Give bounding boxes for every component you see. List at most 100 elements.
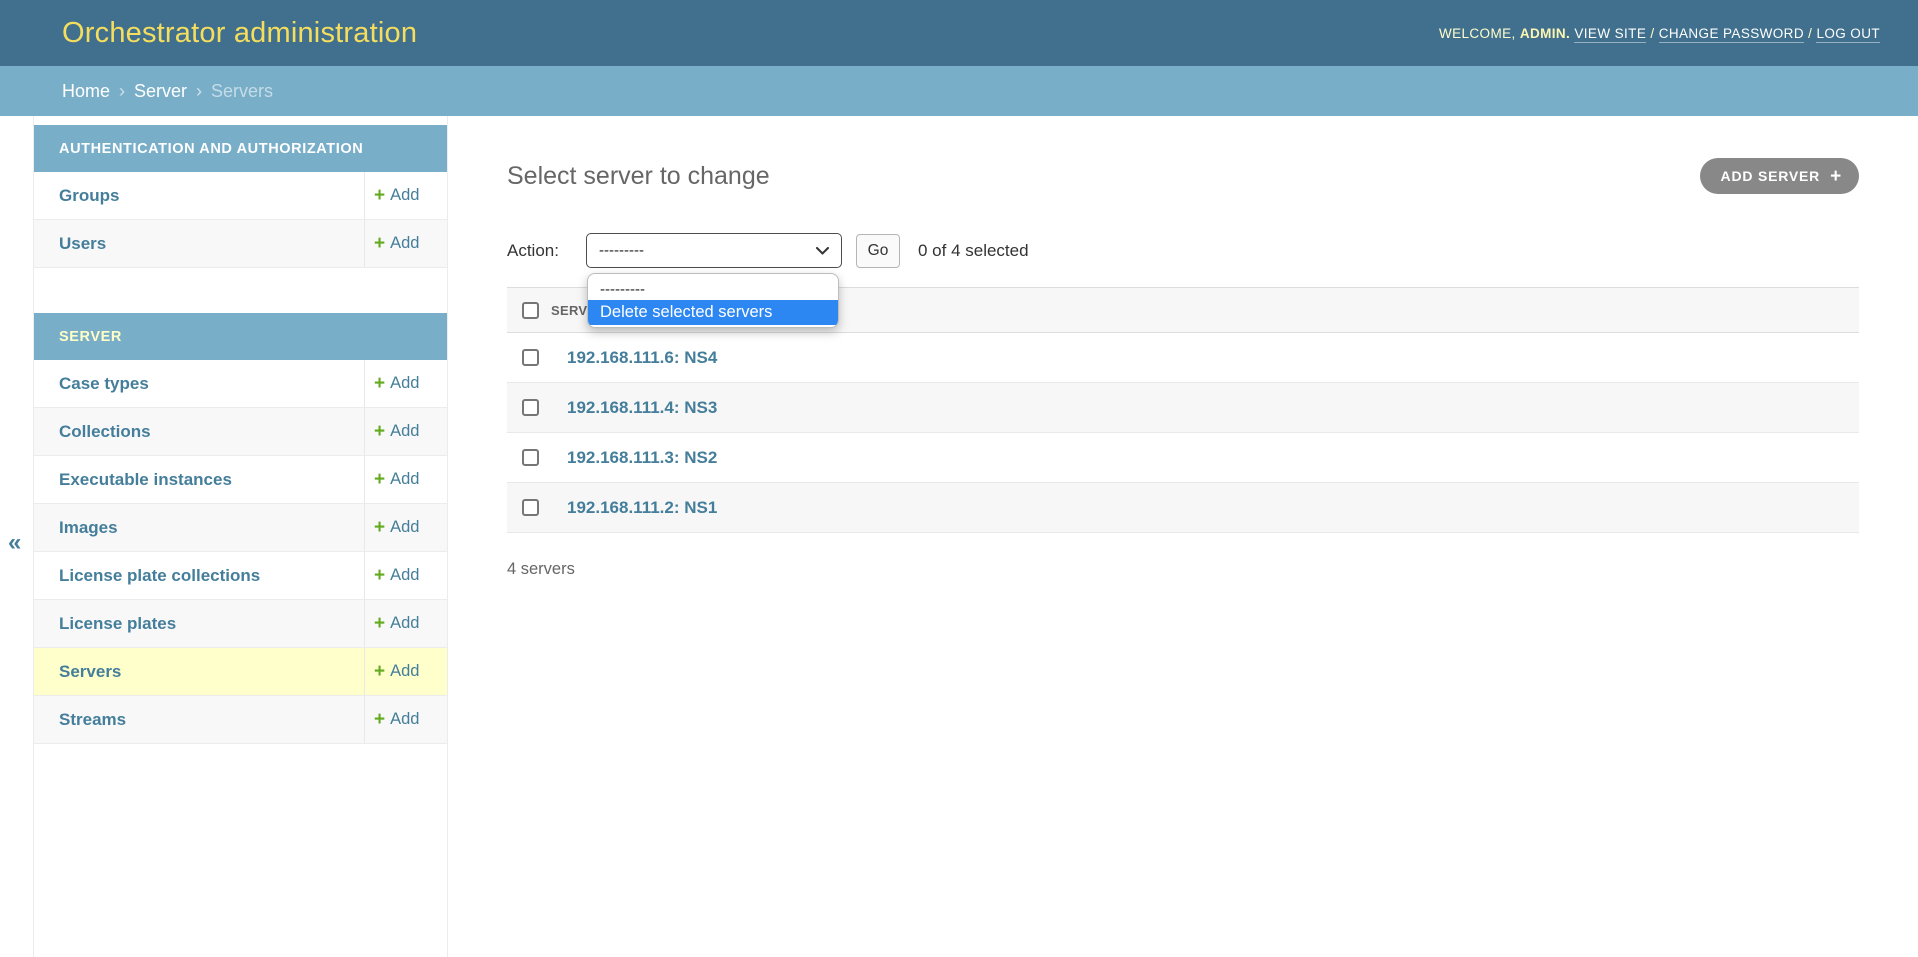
sidebar-link-servers[interactable]: Servers bbox=[59, 662, 121, 682]
model-name-cell: Users bbox=[34, 220, 364, 267]
sidebar-link-case-types[interactable]: Case types bbox=[59, 374, 149, 394]
plus-icon: + bbox=[374, 566, 385, 585]
add-cell: + Add bbox=[364, 504, 447, 551]
server-link-192-168-111-3-ns2[interactable]: 192.168.111.3: NS2 bbox=[567, 448, 717, 468]
row-checkbox-cell bbox=[507, 449, 551, 466]
sidebar-link-license-plate-collections[interactable]: License plate collections bbox=[59, 566, 260, 586]
breadcrumb-link-server[interactable]: Server bbox=[134, 81, 187, 102]
plus-icon: + bbox=[1830, 167, 1842, 186]
sidebar-link-executable-instances[interactable]: Executable instances bbox=[59, 470, 232, 490]
add-server-button-label: ADD SERVER bbox=[1721, 168, 1821, 184]
model-name-cell: Collections bbox=[34, 408, 364, 455]
sidebar-item-servers: Servers + Add bbox=[34, 648, 447, 696]
model-name-cell: Servers bbox=[34, 648, 364, 695]
row-checkbox-cell bbox=[507, 399, 551, 416]
breadcrumb: Home › Server › Servers bbox=[0, 66, 1918, 116]
model-name-cell: Streams bbox=[34, 696, 364, 743]
add-server-button[interactable]: ADD SERVER + bbox=[1700, 158, 1859, 194]
sidebar-link-collections[interactable]: Collections bbox=[59, 422, 151, 442]
add-cell: + Add bbox=[364, 456, 447, 503]
sidebar-item-license-plate-collections: License plate collections + Add bbox=[34, 552, 447, 600]
row-checkbox-cell bbox=[507, 499, 551, 516]
add-link-collections[interactable]: Add bbox=[390, 422, 419, 441]
plus-icon: + bbox=[374, 662, 385, 681]
sidebar-item-images: Images + Add bbox=[34, 504, 447, 552]
add-link-license-plates[interactable]: Add bbox=[390, 614, 419, 633]
sidebar-collapse-icon[interactable]: « bbox=[8, 531, 21, 555]
sidebar-link-images[interactable]: Images bbox=[59, 518, 118, 538]
add-link-users[interactable]: Add bbox=[390, 234, 419, 253]
add-link-servers[interactable]: Add bbox=[390, 662, 419, 681]
add-cell: + Add bbox=[364, 648, 447, 695]
sidebar-item-case-types: Case types + Add bbox=[34, 360, 447, 408]
row-checkbox[interactable] bbox=[522, 449, 539, 466]
dropdown-option-[interactable]: --------- bbox=[588, 278, 838, 300]
model-name-cell: License plates bbox=[34, 600, 364, 647]
add-link-case-types[interactable]: Add bbox=[390, 374, 419, 393]
select-all-checkbox[interactable] bbox=[522, 302, 539, 319]
add-cell: + Add bbox=[364, 360, 447, 407]
user-link-change-password[interactable]: CHANGE PASSWORD bbox=[1659, 26, 1804, 43]
sidebar-item-groups: Groups +Add bbox=[34, 172, 447, 220]
server-link-192-168-111-6-ns4[interactable]: 192.168.111.6: NS4 bbox=[567, 348, 717, 368]
user-link-view-site[interactable]: VIEW SITE bbox=[1574, 26, 1646, 43]
main-content: Select server to change ADD SERVER + Act… bbox=[448, 116, 1918, 957]
actions-bar: Action: --------- ---------Delete select… bbox=[507, 233, 1859, 268]
select-all-cell bbox=[507, 302, 551, 319]
row-checkbox-cell bbox=[507, 349, 551, 366]
breadcrumb-link-home[interactable]: Home bbox=[62, 81, 110, 102]
sidebar-section-authentication-and-authorization: Authentication and AuthorizationGroups+A… bbox=[34, 125, 447, 268]
server-link-192-168-111-2-ns1[interactable]: 192.168.111.2: NS1 bbox=[567, 498, 717, 518]
user-link-separator: / bbox=[1808, 26, 1812, 41]
table-row: 192.168.111.2: NS1 bbox=[507, 483, 1859, 533]
user-tools-links: VIEW SITE / CHANGE PASSWORD / LOG OUT bbox=[1574, 26, 1880, 43]
model-name-cell: Executable instances bbox=[34, 456, 364, 503]
row-checkbox[interactable] bbox=[522, 349, 539, 366]
plus-icon: + bbox=[374, 518, 385, 537]
page-title: Select server to change bbox=[507, 162, 770, 191]
server-link-192-168-111-4-ns3[interactable]: 192.168.111.4: NS3 bbox=[567, 398, 717, 418]
action-select[interactable]: --------- ---------Delete selected serve… bbox=[586, 233, 842, 268]
plus-icon: + bbox=[374, 234, 385, 253]
model-name-cell: Images bbox=[34, 504, 364, 551]
plus-icon: + bbox=[374, 374, 385, 393]
sidebar-section-title[interactable]: Server bbox=[34, 313, 447, 360]
sidebar-link-streams[interactable]: Streams bbox=[59, 710, 126, 730]
sidebar-gutter: « bbox=[0, 116, 33, 957]
sidebar-section-title[interactable]: Authentication and Authorization bbox=[34, 125, 447, 172]
add-link-executable-instances[interactable]: Add bbox=[390, 470, 419, 489]
plus-icon: + bbox=[374, 470, 385, 489]
sidebar-link-groups[interactable]: Groups bbox=[59, 186, 119, 206]
dropdown-option-delete-selected-servers[interactable]: Delete selected servers bbox=[588, 300, 838, 325]
add-cell: + Add bbox=[364, 696, 447, 743]
user-tools: WELCOME, ADMIN. VIEW SITE / CHANGE PASSW… bbox=[1439, 26, 1880, 41]
row-checkbox[interactable] bbox=[522, 399, 539, 416]
add-link-groups[interactable]: Add bbox=[390, 186, 419, 205]
model-name-cell: Groups bbox=[34, 172, 364, 219]
sidebar-link-license-plates[interactable]: License plates bbox=[59, 614, 176, 634]
sidebar-item-collections: Collections + Add bbox=[34, 408, 447, 456]
sidebar-item-executable-instances: Executable instances + Add bbox=[34, 456, 447, 504]
add-cell: + Add bbox=[364, 220, 447, 267]
breadcrumb-separator: › bbox=[119, 81, 125, 102]
action-label: Action: bbox=[507, 241, 559, 261]
model-name-cell: License plate collections bbox=[34, 552, 364, 599]
table-body: 192.168.111.6: NS4 192.168.111.4: NS3 192.… bbox=[507, 333, 1859, 533]
plus-icon: + bbox=[374, 710, 385, 729]
row-checkbox[interactable] bbox=[522, 499, 539, 516]
add-link-license-plate-collections[interactable]: Add bbox=[390, 566, 419, 585]
nav-sidebar: Authentication and AuthorizationGroups+A… bbox=[33, 116, 448, 957]
breadcrumb-current: Servers bbox=[211, 81, 273, 102]
add-cell: +Add bbox=[364, 172, 447, 219]
user-link-log-out[interactable]: LOG OUT bbox=[1816, 26, 1880, 43]
result-count: 4 servers bbox=[507, 560, 1859, 579]
sidebar-link-users[interactable]: Users bbox=[59, 234, 106, 254]
plus-icon: + bbox=[374, 614, 385, 633]
title-row: Select server to change ADD SERVER + bbox=[507, 158, 1859, 194]
add-link-streams[interactable]: Add bbox=[390, 710, 419, 729]
add-link-images[interactable]: Add bbox=[390, 518, 419, 537]
plus-icon: + bbox=[374, 422, 385, 441]
breadcrumb-separator: › bbox=[196, 81, 202, 102]
go-button[interactable]: Go bbox=[856, 234, 900, 268]
username: ADMIN. bbox=[1520, 26, 1570, 41]
